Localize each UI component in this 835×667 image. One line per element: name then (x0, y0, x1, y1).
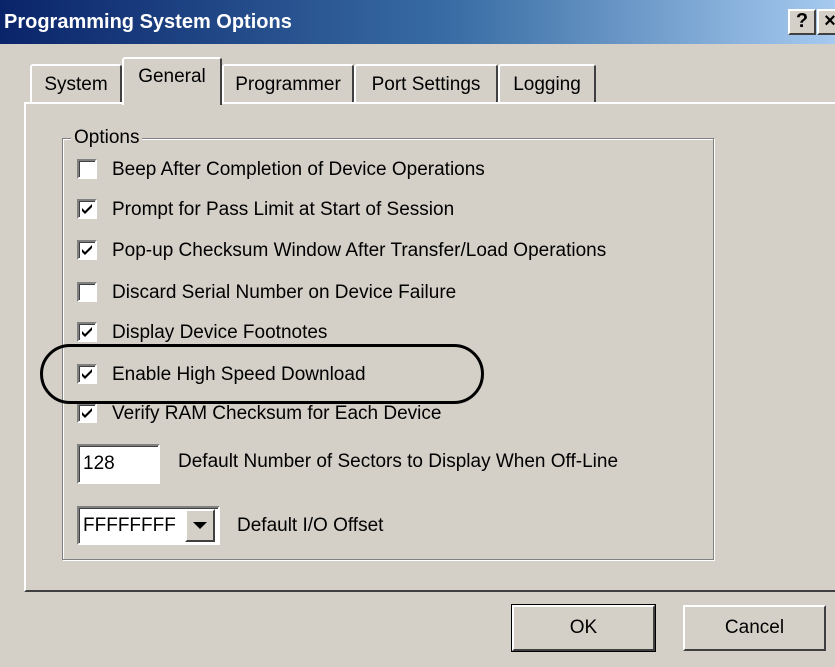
checkmark-icon (82, 245, 92, 255)
option-label: Pop-up Checksum Window After Transfer/Lo… (112, 240, 607, 261)
chevron-down-icon (193, 522, 207, 529)
tab-system[interactable]: System (30, 64, 122, 104)
close-button[interactable]: × (817, 9, 835, 35)
checkbox-checked[interactable] (77, 403, 97, 423)
window-title: Programming System Options (4, 11, 292, 33)
sectors-label: Default Number of Sectors to Display Whe… (178, 451, 619, 472)
option-label: Prompt for Pass Limit at Start of Sessio… (112, 199, 455, 220)
options-group-label: Options (71, 127, 143, 149)
checkbox-unchecked[interactable] (77, 159, 97, 179)
sectors-input[interactable]: 128 (77, 444, 160, 484)
checkbox-checked[interactable] (77, 199, 97, 219)
checkmark-icon (82, 408, 92, 418)
help-button[interactable]: ? (788, 9, 816, 35)
tab-programmer[interactable]: Programmer (222, 64, 354, 104)
option-label: Discard Serial Number on Device Failure (112, 282, 457, 303)
cancel-button[interactable]: Cancel (683, 605, 826, 651)
highlight-annotation-ring (40, 344, 484, 404)
option-label: Beep After Completion of Device Operatio… (112, 159, 485, 180)
title-bar: Programming System Options ? × (0, 0, 835, 44)
tab-logging[interactable]: Logging (498, 64, 596, 104)
io-offset-label: Default I/O Offset (237, 515, 384, 536)
checkbox-checked[interactable] (77, 322, 97, 342)
tab-port-settings[interactable]: Port Settings (354, 64, 498, 104)
tab-general[interactable]: General (122, 57, 222, 105)
io-offset-dropdown[interactable]: FFFFFFFF (77, 506, 220, 545)
checkmark-icon (82, 327, 92, 337)
option-label: Verify RAM Checksum for Each Device (112, 403, 442, 424)
io-offset-value: FFFFFFFF (83, 515, 176, 536)
checkbox-checked[interactable] (77, 240, 97, 260)
checkmark-icon (82, 204, 92, 214)
ok-button[interactable]: OK (511, 604, 656, 652)
checkbox-unchecked[interactable] (77, 282, 97, 302)
dropdown-arrow-button[interactable] (185, 509, 215, 542)
option-label: Display Device Footnotes (112, 322, 328, 343)
